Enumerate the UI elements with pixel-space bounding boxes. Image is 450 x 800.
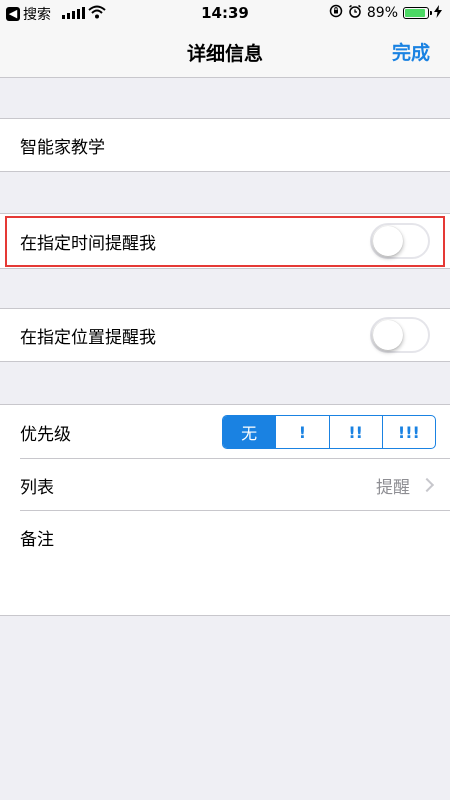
list-row[interactable]: 列表 提醒 [0, 459, 450, 511]
toggle-knob [373, 320, 403, 350]
done-button[interactable]: 完成 [392, 38, 430, 65]
time-reminder-group: 在指定时间提醒我 [0, 213, 450, 269]
battery-percent: 89% [366, 5, 398, 21]
toggle-knob [373, 226, 403, 256]
time-reminder-toggle[interactable] [370, 223, 430, 259]
location-reminder-toggle[interactable] [370, 317, 430, 353]
priority-option-medium[interactable]: !! [328, 416, 382, 448]
navigation-bar: 详细信息 完成 [0, 26, 450, 78]
chevron-right-icon [419, 477, 435, 493]
priority-segmented-control: 无 ! !! !!! [222, 415, 436, 449]
battery-fill [405, 9, 425, 17]
task-title-group: 智能家教学 [0, 118, 450, 172]
details-group: 优先级 无 ! !! !!! 列表 提醒 备注 [0, 404, 450, 616]
time-reminder-label: 在指定时间提醒我 [20, 233, 156, 254]
charging-icon [434, 4, 442, 22]
page-title: 详细信息 [186, 43, 263, 65]
alarm-icon [348, 4, 362, 22]
list-value[interactable]: 提醒 [376, 473, 435, 498]
list-value-text: 提醒 [376, 477, 410, 498]
status-right: 89% [329, 4, 442, 22]
status-bar: ◀ 搜索 14:39 89% [0, 0, 450, 26]
location-reminder-group: 在指定位置提醒我 [0, 308, 450, 362]
priority-option-high[interactable]: !!! [381, 416, 435, 448]
time-reminder-row: 在指定时间提醒我 [0, 215, 450, 267]
notes-row[interactable]: 备注 [0, 511, 450, 563]
task-title-field[interactable]: 智能家教学 [0, 119, 450, 171]
list-label: 列表 [20, 477, 54, 498]
priority-row: 优先级 无 ! !! !!! [0, 406, 450, 458]
location-reminder-row: 在指定位置提醒我 [0, 309, 450, 361]
priority-option-low[interactable]: ! [275, 416, 328, 448]
battery-icon [403, 7, 432, 19]
priority-label: 优先级 [20, 424, 71, 445]
notes-label: 备注 [20, 529, 54, 550]
orientation-lock-icon [329, 4, 343, 22]
priority-option-none[interactable]: 无 [223, 416, 276, 448]
location-reminder-label: 在指定位置提醒我 [20, 327, 156, 348]
